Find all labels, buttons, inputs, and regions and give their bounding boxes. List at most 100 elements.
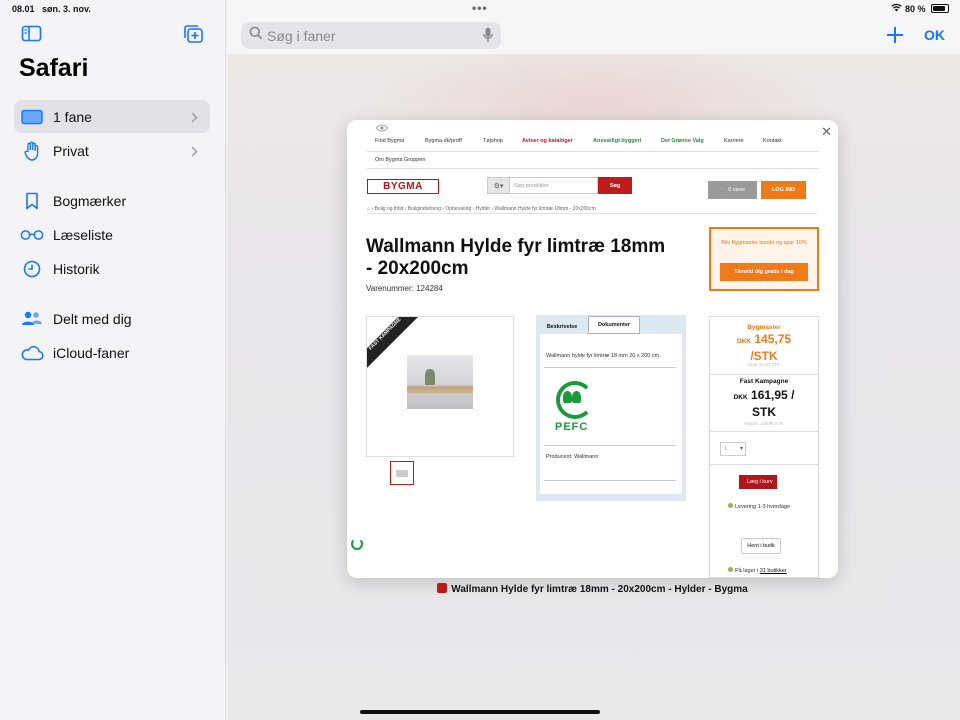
chevron-right-icon [191, 110, 198, 128]
campaign-price: DKK 161,95 /STK [733, 388, 795, 419]
eye-icon [375, 124, 389, 134]
sidebar-item-private[interactable]: Privat [14, 134, 210, 167]
nav-link[interactable]: Tøjshop [483, 138, 503, 144]
stock-info: På lager i 31 butikker [728, 567, 787, 574]
pickup-button[interactable]: Hent i butik [741, 538, 781, 554]
status-dot-icon [728, 567, 733, 572]
shelf-photo [407, 355, 473, 409]
nav-link[interactable]: Om Bygma Gruppen [375, 157, 425, 163]
sidebar-item-tabs[interactable]: 1 fane [14, 100, 210, 133]
site-search-input[interactable]: Søg produkter [510, 177, 598, 194]
settings-gear-icon[interactable]: ⚙▾ [487, 177, 510, 194]
status-dot-icon [728, 503, 733, 508]
cart-label: 0 varer [728, 187, 746, 193]
tab-overview: Søg i faner OK Find Bygma Bygma.dk/proff… [227, 0, 960, 720]
hand-icon [20, 140, 44, 162]
bygmaster-note: Spar 16,20 STK [747, 362, 781, 367]
sidebar-item-icloud-tabs[interactable]: iCloud-faner [14, 336, 210, 369]
search-tabs-field[interactable]: Søg i faner [241, 22, 501, 49]
sidebar-item-label: Læseliste [53, 226, 113, 243]
divider [544, 480, 676, 481]
divider [367, 213, 818, 214]
microphone-icon[interactable] [483, 27, 493, 48]
bygma-logo[interactable]: BYGMA [367, 179, 439, 194]
new-tab-plus-icon[interactable] [884, 22, 906, 46]
add-to-cart-button[interactable]: Læg i kurv [739, 475, 777, 489]
sidebar-item-label: Delt med dig [53, 310, 132, 327]
tab-panel: Wallmann hylde fyr limtræ 18 mm 20 x 200… [540, 334, 682, 494]
status-time: 08.01 [12, 4, 35, 14]
clock-icon [20, 258, 44, 280]
product-sku: Varenummer: 124284 [366, 284, 443, 293]
product-description: Wallmann hylde fyr limtræ 18 mm 20 x 200… [546, 353, 661, 359]
pefc-logo: PEFC [550, 381, 600, 433]
tab-documents[interactable]: Dokumenter [588, 316, 640, 334]
sidebar-item-label: Bogmærker [53, 192, 127, 209]
delivery-info: Levering 1-3 hverdage [728, 503, 798, 511]
divider [367, 151, 818, 152]
sidebar-item-label: iCloud-faner [53, 344, 130, 361]
sidebar-item-label: Historik [53, 260, 100, 277]
nav-link[interactable]: Karriere [724, 138, 744, 144]
sidebar-toggle-icon[interactable] [21, 24, 43, 44]
product-thumbnail[interactable] [390, 461, 414, 485]
nav-link[interactable]: Bygma.dk/proff [425, 138, 462, 144]
recycle-icon[interactable] [351, 538, 363, 550]
nav-link[interactable]: Aviser og kataloger [522, 138, 573, 144]
stock-link[interactable]: 31 butikker [760, 568, 787, 574]
glasses-icon [20, 224, 44, 246]
login-button[interactable]: LOG IND [761, 181, 806, 199]
promo-signup-button[interactable]: Tilmeld dig gratis i dag [720, 263, 808, 281]
product-title: Wallmann Hylde fyr limtræ 18mm - 20x200c… [366, 236, 666, 279]
tab-title[interactable]: Wallmann Hylde fyr limtræ 18mm - 20x200c… [347, 583, 838, 595]
product-info-tabs: Beskrivelse Dokumenter Wallmann hylde fy… [536, 315, 686, 501]
nav-link[interactable]: Find Bygma [375, 138, 404, 144]
done-button[interactable]: OK [924, 27, 945, 43]
sidebar-item-label: Privat [53, 142, 89, 159]
divider [544, 445, 676, 446]
site-search: ⚙▾ Søg produkter Søg [487, 177, 632, 194]
bygmaster-price: DKK 145,75/STK [736, 332, 792, 363]
sidebar-item-bookmarks[interactable]: Bogmærker [14, 184, 210, 217]
sidebar-item-shared-with-you[interactable]: Delt med dig [14, 302, 210, 335]
battery-percent: 80 % [905, 4, 926, 14]
campaign-label: Fast Kampagne [739, 378, 789, 385]
new-tab-group-icon[interactable] [183, 24, 205, 44]
sidebar: Safari 1 fane Privat Bogmærker Læseliste… [0, 0, 226, 720]
home-indicator[interactable] [360, 710, 600, 714]
divider [710, 374, 818, 375]
bookmark-icon [20, 190, 44, 212]
sidebar-title: Safari [19, 54, 89, 82]
multitasking-dots-icon[interactable]: ••• [472, 1, 488, 15]
divider [710, 431, 818, 432]
cart-button[interactable]: 🛒 0 varer [708, 181, 757, 199]
bygmaster-promo: Bliv Bygmaster kunde og spar 10% Tilmeld… [709, 227, 819, 291]
divider [367, 168, 818, 169]
sidebar-item-reading-list[interactable]: Læseliste [14, 218, 210, 251]
people-icon [20, 308, 44, 330]
producer: Producent: Wallmann [546, 454, 599, 460]
nav-link[interactable]: Ansvarligt byggeri [593, 138, 641, 144]
chevron-right-icon [191, 144, 198, 162]
nav-link[interactable]: Kontakt [763, 138, 782, 144]
nav-link[interactable]: Det Grønne Valg [661, 138, 704, 144]
site-search-button[interactable]: Søg [598, 177, 632, 194]
bygmaster-label: Bygmaster [747, 324, 781, 331]
search-tabs-placeholder: Søg i faner [267, 27, 336, 44]
status-bar: 08.01 søn. 3. nov. ••• 80 % [0, 0, 960, 18]
product-image[interactable]: FAST KAMPAGNE [366, 316, 514, 457]
battery-icon [931, 4, 949, 13]
cloud-icon [20, 342, 44, 364]
quantity-select[interactable]: 1 [720, 442, 746, 456]
price-box: Bygmaster DKK 145,75/STK Spar 16,20 STK … [709, 316, 819, 578]
tab-card[interactable]: Find Bygma Bygma.dk/proff Tøjshop Aviser… [347, 120, 838, 578]
sidebar-item-history[interactable]: Historik [14, 252, 210, 285]
sidebar-item-label: 1 fane [53, 108, 92, 125]
promo-text: Bliv Bygmaster kunde og spar 10% [721, 240, 807, 246]
wifi-icon [891, 3, 902, 14]
breadcrumb[interactable]: ⌂ › Bolig og fritid › Boligindretning › … [367, 206, 596, 212]
tab-description[interactable]: Beskrivelse [540, 319, 584, 334]
tablet-icon [20, 106, 44, 128]
close-tab-icon[interactable]: ✕ [821, 124, 832, 140]
divider [710, 464, 818, 465]
